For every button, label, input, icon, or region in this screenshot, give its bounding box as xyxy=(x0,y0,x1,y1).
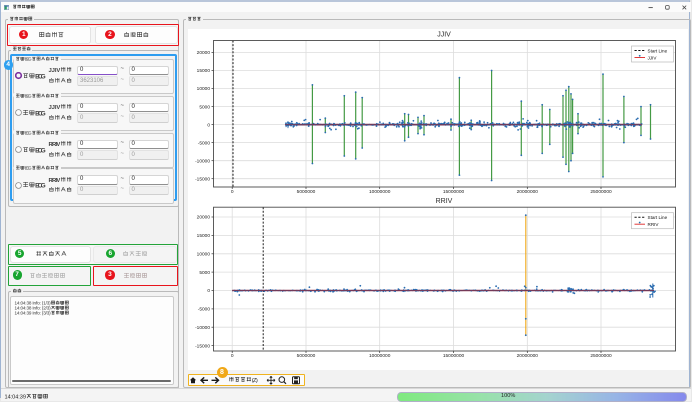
svg-text:RRIV: RRIV xyxy=(648,222,660,227)
svg-text:Start Line: Start Line xyxy=(648,215,668,220)
svg-text:ECG: ECG xyxy=(35,183,46,190)
svg-text:5000000: 5000000 xyxy=(297,353,316,359)
svg-text:10000000: 10000000 xyxy=(369,189,391,195)
svg-text:BCG: BCG xyxy=(25,93,32,98)
svg-text:10000: 10000 xyxy=(197,86,211,92)
svg-text:0: 0 xyxy=(231,189,234,195)
svg-text:-10000: -10000 xyxy=(195,325,210,331)
svg-text:BCG: BCG xyxy=(25,56,32,61)
svg-text:5000: 5000 xyxy=(199,104,210,110)
svg-text:20000: 20000 xyxy=(197,50,211,56)
svg-text:RRIV: RRIV xyxy=(436,198,453,205)
svg-text:-5000: -5000 xyxy=(198,140,211,146)
svg-text:20000000: 20000000 xyxy=(517,353,539,359)
svg-text:15000000: 15000000 xyxy=(443,353,465,359)
svg-text:14:04:39 Info: (3/3): 14:04:39 Info: (3/3) xyxy=(15,311,52,316)
svg-text:(Z): (Z) xyxy=(252,378,258,384)
svg-text:-5000: -5000 xyxy=(198,307,211,313)
svg-text:15000: 15000 xyxy=(197,68,211,74)
svg-text:JJIV: JJIV xyxy=(49,68,61,74)
svg-text:25000000: 25000000 xyxy=(590,189,612,195)
svg-text:BCG: BCG xyxy=(35,73,46,80)
svg-text:ECG: ECG xyxy=(35,147,46,154)
svg-text:20000000: 20000000 xyxy=(517,189,539,195)
svg-text:-15000: -15000 xyxy=(195,176,210,182)
svg-text:5000: 5000 xyxy=(199,270,210,276)
svg-text:15000000: 15000000 xyxy=(443,189,465,195)
svg-text:RRIV: RRIV xyxy=(49,178,61,184)
svg-text:RRIV: RRIV xyxy=(49,142,61,148)
svg-text:JJIV: JJIV xyxy=(648,55,658,60)
svg-text:ECG: ECG xyxy=(25,166,32,171)
svg-text:20000: 20000 xyxy=(197,215,211,221)
svg-text:0: 0 xyxy=(207,122,210,128)
svg-text:JJIV: JJIV xyxy=(49,105,61,111)
svg-text:5000000: 5000000 xyxy=(297,189,316,195)
svg-text:-10000: -10000 xyxy=(195,158,210,164)
svg-text:10000000: 10000000 xyxy=(369,353,391,359)
svg-text:BCG: BCG xyxy=(35,110,46,117)
svg-text:15000: 15000 xyxy=(197,233,211,239)
svg-text:Start Line: Start Line xyxy=(648,48,668,53)
svg-text:0: 0 xyxy=(207,288,210,294)
svg-text:14:04:39: 14:04:39 xyxy=(4,394,26,400)
svg-text:0: 0 xyxy=(231,353,234,359)
svg-text:10000: 10000 xyxy=(197,252,211,258)
svg-text:ECG: ECG xyxy=(25,130,32,135)
svg-text:JJIV: JJIV xyxy=(437,32,451,39)
svg-text:-15000: -15000 xyxy=(195,343,210,349)
svg-text:25000000: 25000000 xyxy=(590,353,612,359)
